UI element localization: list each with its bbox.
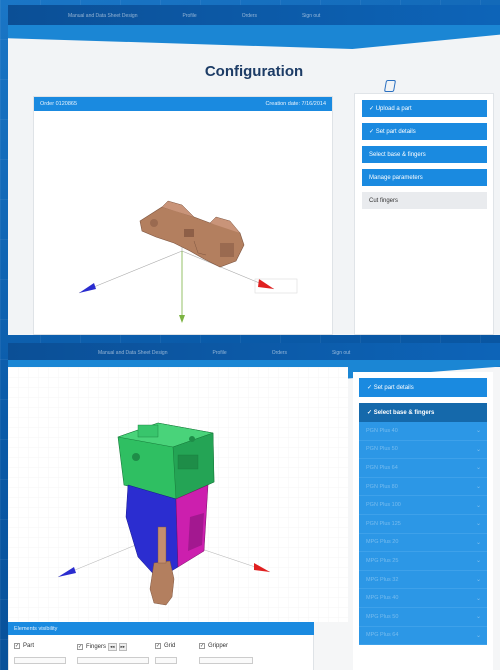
mouse-cursor-icon (383, 80, 397, 92)
base-fingers-sidebar: ✓ Set part details ✓ Select base & finge… (353, 372, 493, 670)
step-select-base-fingers[interactable]: Select base & fingers (362, 146, 487, 163)
elements-visibility-controls: ✓ Part ✓ Fingers ◂◂ ▸▸ ✓ Grid ✓ Gripper (8, 635, 314, 670)
step-cut-fingers[interactable]: Cut fingers (362, 192, 487, 209)
checkbox-label-fingers: Fingers (86, 644, 107, 650)
gripper-list: PGN Plus 40 ⌄ PGN Plus 50 ⌄ PGN Plus 64 ⌄ P… (359, 422, 487, 646)
chevron-down-icon: ⌄ (475, 502, 481, 509)
nav-link-orders-2[interactable]: Orders (272, 350, 287, 356)
chevron-down-icon: ⌄ (475, 632, 481, 639)
chevron-down-icon: ⌄ (475, 428, 481, 435)
step-select-base-fingers-active[interactable]: ✓ Select base & fingers (359, 403, 487, 422)
part-checkbox[interactable]: ✓ Part (14, 643, 34, 649)
part-model-scene[interactable] (34, 111, 334, 335)
checkbox-checked-icon[interactable]: ✓ (14, 643, 20, 649)
checkbox-checked-icon[interactable]: ✓ (77, 644, 83, 650)
list-item[interactable]: PGN Plus 64 ⌄ (359, 459, 487, 478)
elements-visibility-header: Elements visibility (8, 622, 314, 635)
configuration-screen-2: Manual and Data Sheet Design Profile Ord… (8, 343, 500, 670)
fingers-opacity-select[interactable] (77, 657, 149, 664)
list-item[interactable]: PGN Plus 80 ⌄ (359, 478, 487, 497)
order-bar: Order 0120865 Creation date: 7/16/2014 (34, 97, 332, 111)
list-item[interactable]: MPG Plus 25 ⌄ (359, 552, 487, 571)
creation-date: Creation date: 7/16/2014 (265, 101, 326, 107)
fingers-open-button[interactable]: ▸▸ (118, 643, 128, 651)
chevron-down-icon: ⌄ (475, 446, 481, 453)
grid-select[interactable] (155, 657, 177, 664)
list-item[interactable]: PGN Plus 100 ⌄ (359, 496, 487, 515)
chevron-down-icon: ⌄ (475, 595, 481, 602)
list-item[interactable]: MPG Plus 20 ⌄ (359, 534, 487, 553)
part-model[interactable] (139, 200, 245, 268)
step-upload-part[interactable]: ✓ Upload a part (362, 100, 487, 117)
part-opacity-select[interactable] (14, 657, 66, 664)
3d-viewer[interactable]: Order 0120865 Creation date: 7/16/2014 (33, 96, 333, 335)
axis-green-arrow (179, 315, 185, 323)
list-item[interactable]: MPG Plus 40 ⌄ (359, 589, 487, 608)
axis-blue-arrow (79, 283, 96, 293)
list-item[interactable]: MPG Plus 64 ⌄ (359, 627, 487, 646)
checkbox-checked-icon[interactable]: ✓ (199, 643, 205, 649)
3d-viewer-2[interactable] (8, 367, 348, 622)
step-set-part-details[interactable]: ✓ Set part details (362, 123, 487, 140)
list-item[interactable]: PGN Plus 40 ⌄ (359, 422, 487, 441)
checkbox-label-part: Part (23, 643, 35, 649)
gripper-scene[interactable] (8, 367, 348, 622)
gripper-opacity-select[interactable] (199, 657, 253, 664)
nav-link-manual-2[interactable]: Manual and Data Sheet Design (98, 350, 168, 356)
top-nav-2: Manual and Data Sheet Design Profile Ord… (98, 350, 395, 356)
checkbox-label-grid: Grid (164, 643, 176, 649)
chevron-down-icon: ⌄ (475, 539, 481, 546)
chevron-down-icon: ⌄ (475, 558, 481, 565)
chevron-down-icon: ⌄ (475, 521, 481, 528)
list-item[interactable]: MPG Plus 32 ⌄ (359, 571, 487, 590)
order-number: Order 0120865 (40, 101, 77, 107)
axis-red-arrow (258, 279, 274, 289)
chevron-down-icon: ⌄ (475, 577, 481, 584)
step-set-part-details-2[interactable]: ✓ Set part details (359, 378, 487, 397)
checkbox-checked-icon[interactable]: ✓ (155, 643, 161, 649)
fingers-close-button[interactable]: ◂◂ (108, 643, 117, 651)
grid-checkbox[interactable]: ✓ Grid (155, 643, 175, 649)
list-item[interactable]: PGN Plus 125 ⌄ (359, 515, 487, 534)
configuration-screen-1: Manual and Data Sheet Design Profile Ord… (8, 5, 500, 335)
top-nav: Manual and Data Sheet Design Profile Ord… (68, 13, 365, 19)
nav-link-profile[interactable]: Profile (183, 13, 197, 19)
list-item[interactable]: MPG Plus 50 ⌄ (359, 608, 487, 627)
nav-link-orders[interactable]: Orders (242, 13, 257, 19)
header-swoosh (8, 25, 500, 49)
wizard-steps: ✓ Upload a part ✓ Set part details Selec… (354, 93, 494, 335)
chevron-down-icon: ⌄ (475, 484, 481, 491)
nav-link-manual[interactable]: Manual and Data Sheet Design (68, 13, 138, 19)
fingers-checkbox[interactable]: ✓ Fingers ◂◂ ▸▸ (77, 643, 128, 651)
nav-link-signout-2[interactable]: Sign out (332, 350, 350, 356)
nav-link-signout[interactable]: Sign out (302, 13, 320, 19)
chevron-down-icon: ⌄ (475, 614, 481, 621)
page-title: Configuration (204, 63, 304, 80)
step-manage-parameters[interactable]: Manage parameters (362, 169, 487, 186)
gripper-checkbox[interactable]: ✓ Gripper (199, 643, 228, 649)
checkbox-label-gripper: Gripper (208, 643, 229, 649)
nav-link-profile-2[interactable]: Profile (213, 350, 227, 356)
list-item[interactable]: PGN Plus 50 ⌄ (359, 441, 487, 460)
chevron-down-icon: ⌄ (475, 465, 481, 472)
